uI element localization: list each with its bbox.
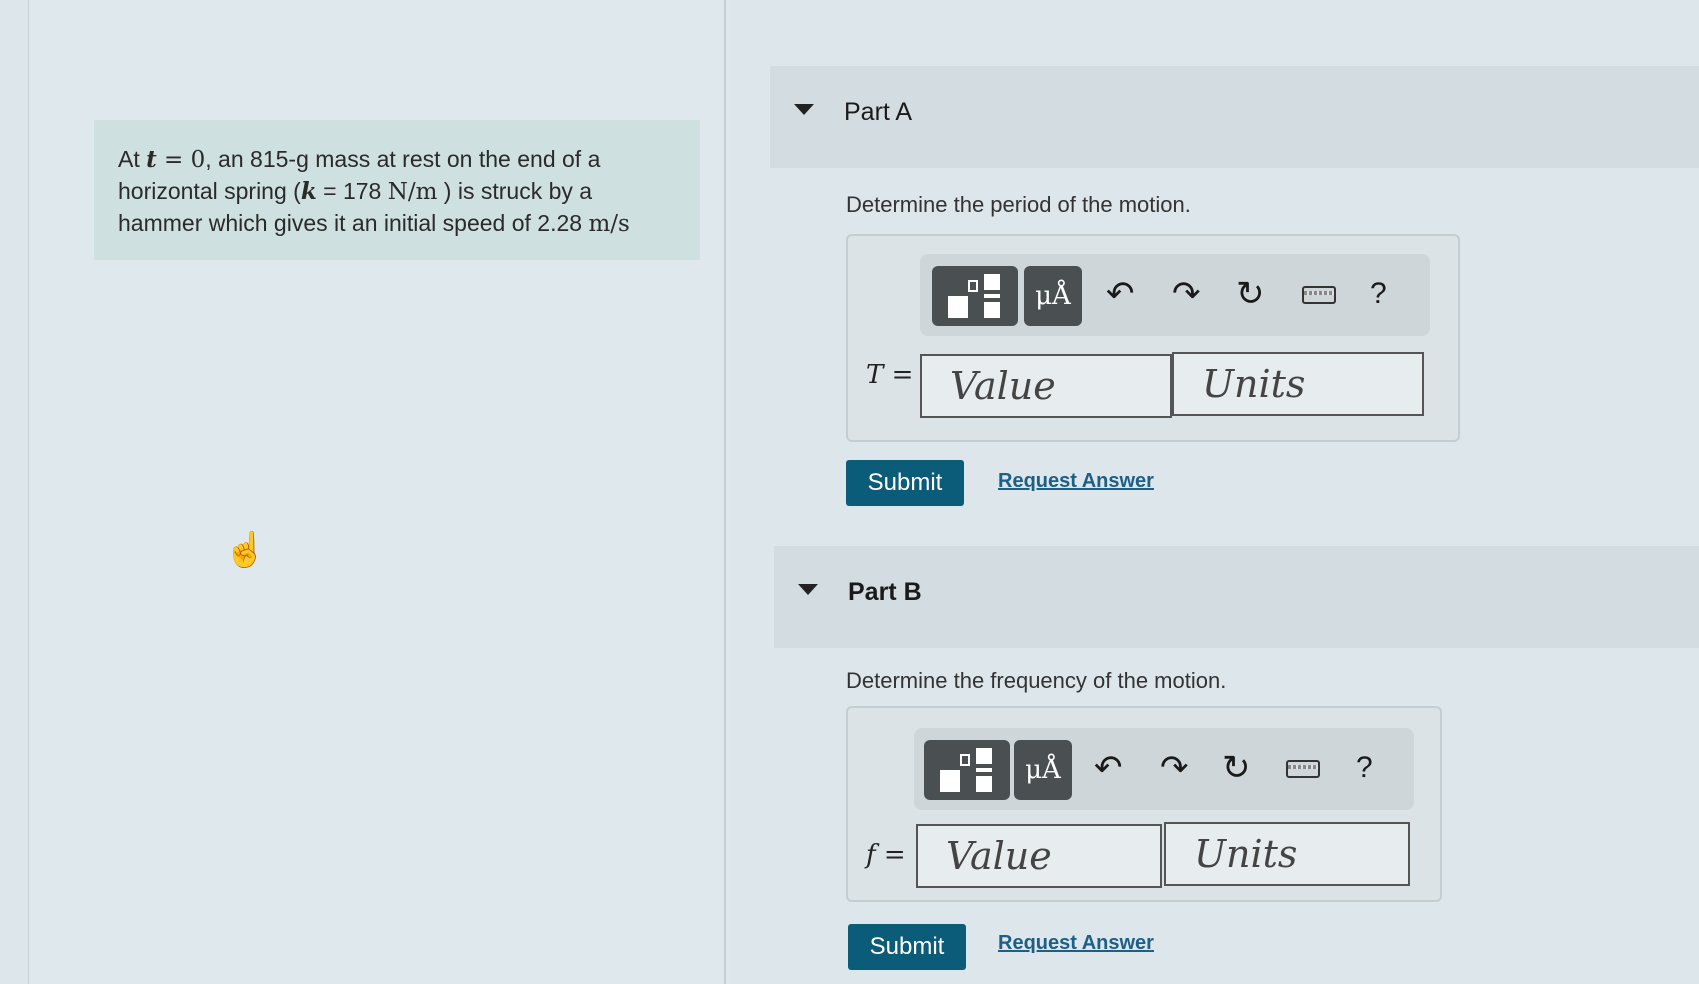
problem-text: At bbox=[118, 146, 147, 172]
redo-icon[interactable]: ↷ bbox=[1160, 748, 1189, 788]
value-input[interactable]: Value bbox=[920, 354, 1172, 418]
units-symbols-button[interactable]: μÅ bbox=[1024, 266, 1082, 326]
part-a-question: Determine the period of the motion. bbox=[846, 192, 1191, 217]
collapse-caret-icon[interactable] bbox=[794, 104, 814, 115]
value-input[interactable]: Value bbox=[916, 824, 1162, 888]
undo-icon[interactable]: ↶ bbox=[1106, 274, 1135, 314]
part-b-answer-box: μÅ ↶ ↷ ↻ ? f = Value Units bbox=[846, 706, 1442, 902]
math-toolbar: μÅ ↶ ↷ ↻ ? bbox=[914, 728, 1414, 810]
var-k: k bbox=[300, 178, 317, 205]
units-input[interactable]: Units bbox=[1164, 822, 1410, 886]
templates-icon bbox=[940, 748, 994, 792]
submit-button[interactable]: Submit bbox=[848, 924, 966, 970]
collapse-caret-icon[interactable] bbox=[798, 584, 818, 595]
undo-icon[interactable]: ↶ bbox=[1094, 748, 1123, 788]
eq-k: = 178 bbox=[316, 178, 388, 204]
part-a-title: Part A bbox=[844, 98, 913, 126]
help-button[interactable]: ? bbox=[1356, 748, 1373, 788]
hand-cursor-icon: ☝ bbox=[224, 531, 267, 569]
unit-speed: m/s bbox=[588, 211, 630, 237]
units-input[interactable]: Units bbox=[1172, 352, 1424, 416]
frequency-variable-label: f = bbox=[866, 840, 906, 870]
keyboard-icon[interactable] bbox=[1286, 760, 1320, 778]
part-a-answer-box: μÅ ↶ ↷ ↻ ? T = Value Units bbox=[846, 234, 1460, 442]
request-answer-link[interactable]: Request Answer bbox=[998, 470, 1154, 493]
keyboard-icon[interactable] bbox=[1302, 286, 1336, 304]
request-answer-link[interactable]: Request Answer bbox=[998, 932, 1154, 955]
templates-button[interactable] bbox=[924, 740, 1010, 800]
pane-divider bbox=[724, 0, 726, 984]
var-t: t bbox=[146, 146, 157, 173]
help-button[interactable]: ? bbox=[1370, 274, 1387, 314]
period-variable-label: T = bbox=[866, 360, 914, 390]
units-symbols-button[interactable]: μÅ bbox=[1014, 740, 1072, 800]
part-b-title: Part B bbox=[848, 578, 922, 606]
part-a-header[interactable]: Part A bbox=[770, 66, 1699, 168]
part-b-question: Determine the frequency of the motion. bbox=[846, 668, 1227, 693]
part-b-header[interactable]: Part B bbox=[774, 546, 1699, 648]
reset-icon[interactable]: ↻ bbox=[1222, 748, 1251, 788]
math-toolbar: μÅ ↶ ↷ ↻ ? bbox=[920, 254, 1430, 336]
templates-button[interactable] bbox=[932, 266, 1018, 326]
unit-spring: N/m bbox=[387, 179, 438, 205]
eq-t: = 0 bbox=[156, 147, 206, 173]
reset-icon[interactable]: ↻ bbox=[1236, 274, 1265, 314]
templates-icon bbox=[948, 274, 1002, 318]
redo-icon[interactable]: ↷ bbox=[1172, 274, 1201, 314]
problem-statement: At t = 0, an 815-g mass at rest on the e… bbox=[94, 120, 700, 260]
submit-button[interactable]: Submit bbox=[846, 460, 964, 506]
